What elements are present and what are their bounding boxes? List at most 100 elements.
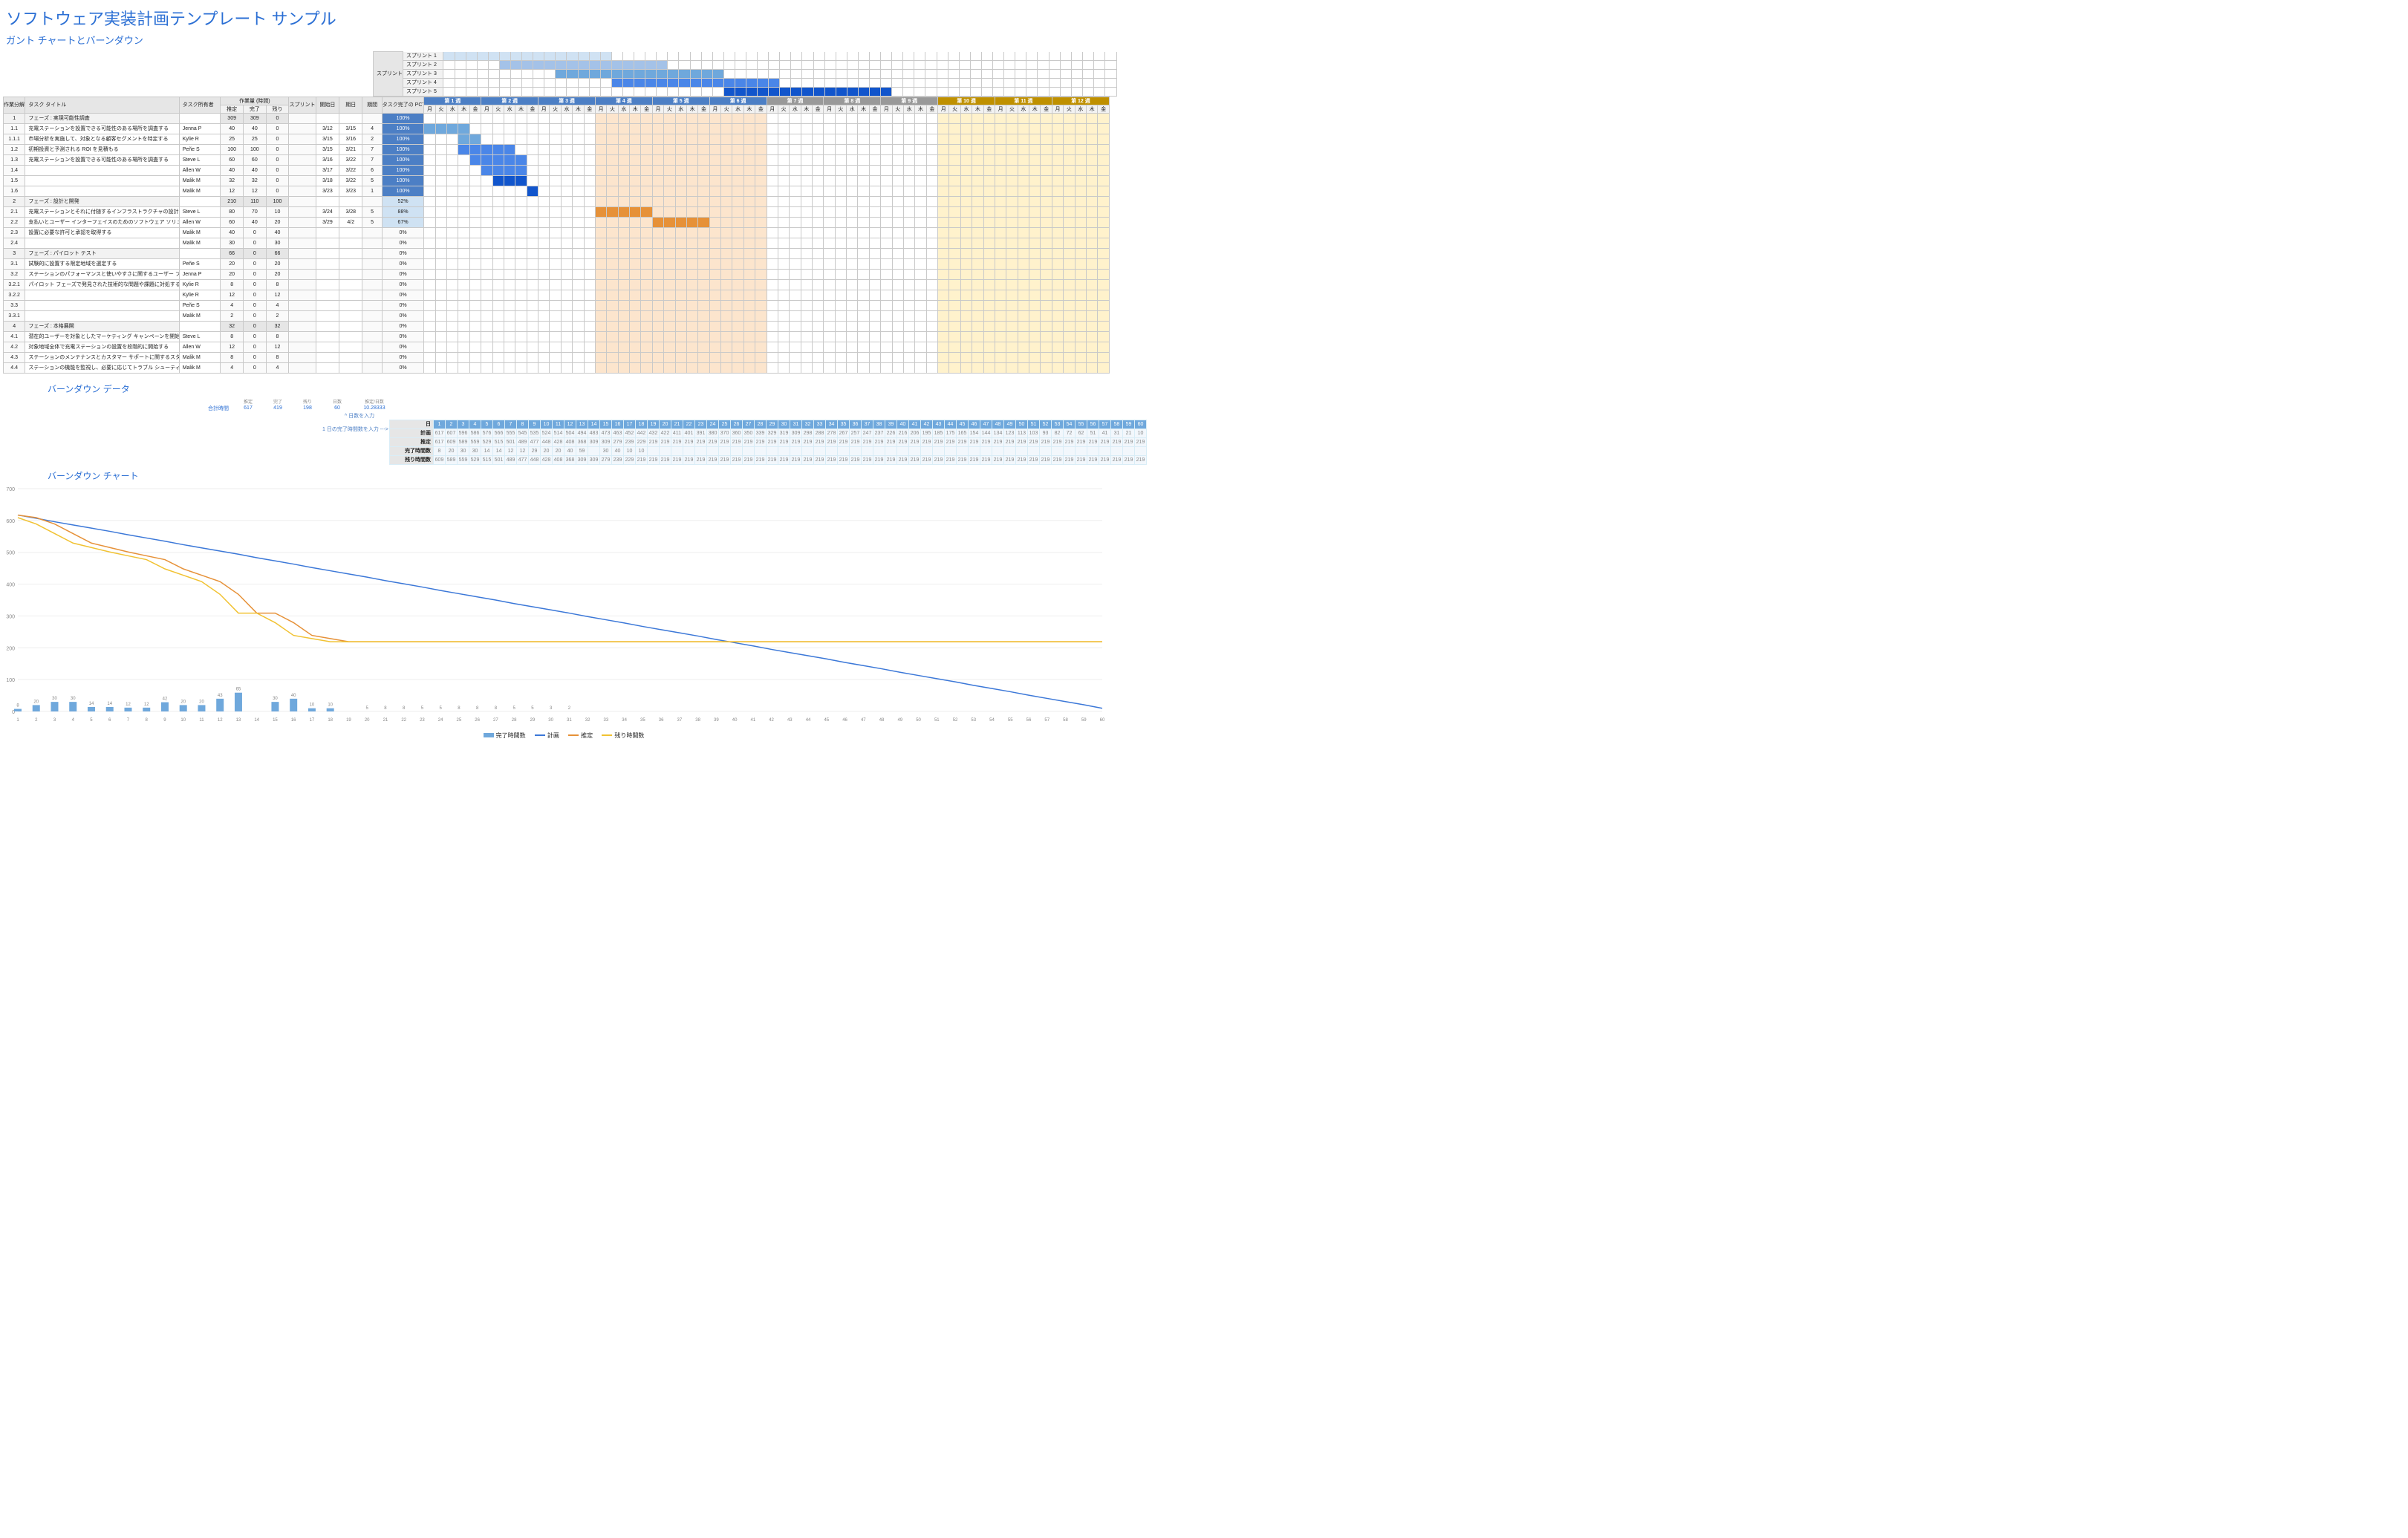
svg-text:29: 29 — [530, 718, 536, 723]
svg-text:500: 500 — [6, 550, 15, 555]
svg-text:6: 6 — [108, 718, 111, 723]
svg-text:48: 48 — [879, 718, 885, 723]
page-subtitle: ガント チャートとバーンダウン — [6, 33, 1117, 47]
table-row: 3.2ステーションのパフォーマンスと使いやすさに関するユーザー フィードバックを… — [4, 269, 1110, 279]
svg-text:65: 65 — [236, 687, 241, 691]
svg-text:20: 20 — [33, 700, 39, 704]
table-row: 2.1充電ステーションとそれに付随するインフラストラクチャの設計を確定するSte… — [4, 206, 1110, 217]
table-row: 4.3ステーションのメンテナンスとカスタマー サポートに関するスタッフのトレーニ… — [4, 352, 1110, 362]
svg-text:13: 13 — [236, 718, 241, 723]
note-complete-entry: 1 日の完了時間数を入力 ---> — [322, 426, 388, 433]
svg-text:12: 12 — [218, 718, 223, 723]
svg-text:8: 8 — [16, 703, 19, 708]
svg-text:5: 5 — [90, 718, 93, 723]
svg-text:10: 10 — [328, 703, 333, 707]
svg-text:18: 18 — [328, 718, 333, 723]
table-row: 4.1潜在的ユーザーを対象としたマーケティング キャンペーンを開始するSteve… — [4, 331, 1110, 342]
table-row: 1.1充電ステーションを設置できる可能性のある場所を調査するJenna P404… — [4, 123, 1110, 134]
svg-text:8: 8 — [458, 706, 461, 711]
svg-text:5: 5 — [365, 706, 368, 711]
table-row: 1.1.1市場分析を実施して、対象となる顧客セグメントを特定するKylie R2… — [4, 134, 1110, 144]
svg-text:54: 54 — [989, 718, 995, 723]
table-row: 1.4Allen W404003/173/226100% — [4, 165, 1110, 175]
svg-text:57: 57 — [1044, 718, 1050, 723]
svg-text:50: 50 — [916, 718, 921, 723]
table-row: 4フェーズ : 本格展開320320% — [4, 321, 1110, 331]
sprint-header: スプリント — [374, 52, 403, 97]
svg-text:42: 42 — [769, 718, 774, 723]
burndown-summary: 推定 完了 残り 日数 推定/日数 合計時間 6174191986010.283… — [189, 398, 397, 420]
svg-text:49: 49 — [897, 718, 902, 723]
svg-text:56: 56 — [1026, 718, 1032, 723]
svg-text:45: 45 — [824, 718, 829, 723]
sprint-item: スプリント 2 — [403, 60, 443, 69]
svg-text:26: 26 — [475, 718, 480, 723]
svg-text:400: 400 — [6, 582, 15, 587]
table-row: 3.2.1パイロット フェーズで発見された技術的な問題や課題に対処するKylie… — [4, 279, 1110, 290]
table-row: 3.3Peñe S4040% — [4, 300, 1110, 310]
svg-text:4: 4 — [72, 718, 75, 723]
svg-text:300: 300 — [6, 614, 15, 619]
svg-text:35: 35 — [640, 718, 645, 723]
svg-text:25: 25 — [457, 718, 462, 723]
svg-text:39: 39 — [714, 718, 719, 723]
burndown-data-title: バーンダウン データ — [48, 382, 359, 395]
svg-text:22: 22 — [401, 718, 406, 723]
svg-text:17: 17 — [310, 718, 315, 723]
svg-text:30: 30 — [548, 718, 553, 723]
svg-text:27: 27 — [493, 718, 498, 723]
svg-text:19: 19 — [346, 718, 351, 723]
svg-text:14: 14 — [107, 702, 112, 706]
svg-text:20: 20 — [199, 700, 204, 704]
svg-text:33: 33 — [604, 718, 609, 723]
chart-legend: 完了時間数 計画 推定 残り時間数 — [3, 731, 1117, 740]
table-row: 1.6Malik M121203/233/231100% — [4, 186, 1110, 196]
total-label: 合計時間 — [189, 405, 233, 412]
svg-text:24: 24 — [438, 718, 443, 723]
table-row: 3.2.2Kylie R120120% — [4, 290, 1110, 300]
svg-text:3: 3 — [53, 718, 56, 723]
svg-text:40: 40 — [291, 693, 296, 697]
svg-text:200: 200 — [6, 646, 15, 651]
svg-text:9: 9 — [163, 718, 166, 723]
table-row: 2.3設置に必要な許可と承認を取得するMalik M400400% — [4, 227, 1110, 238]
table-row: 1.3充電ステーションを設置できる可能性のある場所を調査するSteve L606… — [4, 154, 1110, 165]
svg-text:2: 2 — [568, 706, 571, 711]
svg-text:2: 2 — [35, 718, 38, 723]
table-row: 4.2対象地域全体で充電ステーションの設置を段階的に開始するAllen W120… — [4, 342, 1110, 352]
table-row: 4.4ステーションの機能を監視し、必要に応じてトラブル シューティングを行うMa… — [4, 362, 1110, 373]
table-row: 3.3.1Malik M2020% — [4, 310, 1110, 321]
svg-text:43: 43 — [787, 718, 793, 723]
svg-text:58: 58 — [1063, 718, 1068, 723]
sprint-item: スプリント 3 — [403, 69, 443, 78]
svg-text:55: 55 — [1008, 718, 1013, 723]
svg-text:12: 12 — [144, 702, 149, 706]
svg-text:53: 53 — [971, 718, 976, 723]
svg-text:40: 40 — [732, 718, 738, 723]
table-row: 1フェーズ : 実現可能性調査3093090100% — [4, 113, 1110, 123]
svg-text:42: 42 — [163, 697, 168, 701]
table-row: 1.5Malik M323203/183/225100% — [4, 175, 1110, 186]
svg-text:20: 20 — [365, 718, 370, 723]
svg-text:100: 100 — [6, 678, 15, 683]
svg-text:8: 8 — [146, 718, 149, 723]
svg-text:600: 600 — [6, 518, 15, 524]
svg-text:52: 52 — [953, 718, 958, 723]
svg-text:16: 16 — [291, 718, 296, 723]
burndown-data-table: 日123456789101112131415161718192021222324… — [389, 420, 1147, 465]
svg-text:60: 60 — [1100, 718, 1105, 723]
svg-text:5: 5 — [439, 706, 442, 711]
svg-text:38: 38 — [695, 718, 700, 723]
svg-text:5: 5 — [512, 706, 515, 711]
svg-text:21: 21 — [383, 718, 388, 723]
table-row: 2.4Malik M300300% — [4, 238, 1110, 248]
table-row: 1.2初期投資と予測される ROI を見積もるPeñe S10010003/15… — [4, 144, 1110, 154]
svg-text:30: 30 — [273, 697, 278, 701]
sprint-item: スプリント 4 — [403, 78, 443, 87]
table-row: 2.2支払いとユーザー インターフェイスのためのソフトウェア ソリューションを開… — [4, 217, 1110, 227]
svg-text:47: 47 — [861, 718, 866, 723]
svg-text:5: 5 — [531, 706, 534, 711]
svg-text:15: 15 — [273, 718, 278, 723]
table-row: 3.1試験的に設置する限定地域を選定するPeñe S200200% — [4, 258, 1110, 269]
sprint-item: スプリント 5 — [403, 87, 443, 96]
